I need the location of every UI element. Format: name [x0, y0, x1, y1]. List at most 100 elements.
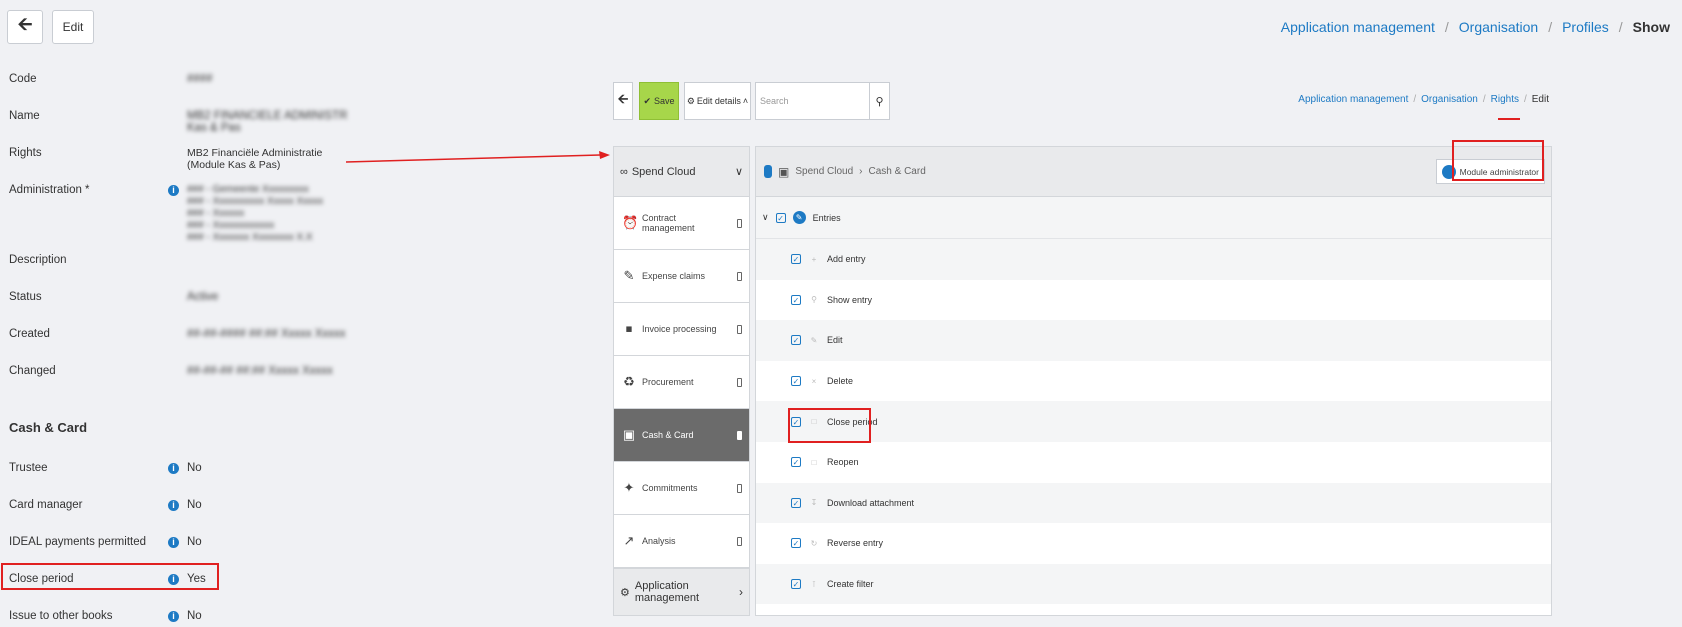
permission-close-period[interactable]: ✓ □ Close period: [756, 401, 1551, 442]
sidebar-item-label: Commitments: [642, 483, 698, 493]
permission-label: Download attachment: [827, 497, 915, 508]
permission-list: ✓ + Add entry ✓ ⚲ Show entry ✓ ✎ Edit ✓ × Delete…: [756, 239, 1551, 605]
panel-breadcrumb-organisation[interactable]: Organisation: [1421, 94, 1478, 105]
plus-icon: +: [811, 254, 817, 264]
unlock-icon: □: [811, 457, 817, 467]
permission-label: Edit: [827, 335, 843, 346]
gear-icon: ⚙: [686, 95, 695, 106]
panel-back-button[interactable]: 🡨: [613, 82, 633, 120]
rights-main: ▣ Spend Cloud › Cash & Card Module admin…: [755, 146, 1552, 616]
sidebar-item-expense-claims[interactable]: ✎ Expense claims: [614, 250, 749, 303]
chevron-up-icon: ˄: [742, 96, 749, 106]
breadcrumb-separator: /: [1413, 94, 1417, 105]
permission-checkbox[interactable]: ✓: [791, 579, 801, 590]
chevron-right-icon: ›: [859, 166, 863, 177]
panel-breadcrumb: Application management / Organisation / …: [1298, 94, 1549, 105]
permission-create-filter[interactable]: ✓ ⊺ Create filter: [756, 563, 1551, 605]
pin-icon: ✦: [623, 480, 635, 495]
mobile-icon: [737, 483, 742, 493]
search-placeholder: Search: [760, 96, 789, 106]
breadcrumb-separator: /: [1482, 94, 1486, 105]
cash-card-icon: ▣: [778, 164, 790, 179]
rights-header: ▣ Spend Cloud › Cash & Card Module admin…: [756, 147, 1551, 197]
permission-checkbox[interactable]: ✓: [791, 538, 801, 549]
pencil-icon: ✎: [810, 335, 818, 345]
entries-checkbox[interactable]: ✓: [775, 212, 786, 223]
permission-reopen[interactable]: ✓ □ Reopen: [756, 442, 1551, 483]
breadcrumb-separator: /: [1523, 94, 1527, 105]
save-button[interactable]: ✔ Save: [639, 82, 679, 120]
permission-label: Reopen: [827, 457, 859, 468]
cash-card-icon: ▣: [622, 427, 636, 442]
sidebar-item-label: Analysis: [642, 536, 676, 546]
sidebar-item-label: Expense claims: [642, 271, 706, 281]
permission-checkbox[interactable]: ✓: [791, 294, 801, 305]
rights-underline: [1498, 118, 1520, 120]
save-label: Save: [654, 96, 675, 106]
edit-details-button[interactable]: ⚙ Edit details ˄: [684, 82, 751, 120]
permission-reverse-entry[interactable]: ✓ ↻ Reverse entry: [756, 523, 1551, 564]
refresh-icon: ↻: [810, 538, 818, 548]
chevron-down-icon: ∨: [734, 166, 743, 178]
filter-icon: ⊺: [811, 579, 817, 589]
pencil-icon: ✎: [792, 211, 806, 224]
chart-icon: ↗: [623, 533, 635, 548]
sidebar-footer-label: Application management: [634, 580, 700, 604]
mobile-icon: [737, 218, 742, 228]
chevron-down-icon: ∨: [762, 212, 769, 222]
search-icon: ⚲: [811, 295, 817, 305]
permission-checkbox[interactable]: ✓: [791, 254, 801, 265]
main-crumb-1: Spend Cloud: [795, 166, 854, 177]
panel-breadcrumb-application-management[interactable]: Application management: [1298, 94, 1408, 105]
close-icon: ×: [811, 376, 817, 386]
permission-label: Reverse entry: [827, 538, 884, 549]
permission-add-entry[interactable]: ✓ + Add entry: [756, 239, 1551, 280]
sidebar-item-invoice-processing[interactable]: ⏹ Invoice processing: [614, 303, 749, 356]
sidebar-item-procurement[interactable]: ♻ Procurement: [614, 356, 749, 409]
module-sidebar: ∞ Spend Cloud ∨ ⏰ Contract management ✎ Ex…: [613, 146, 750, 616]
permission-checkbox[interactable]: ✓: [791, 335, 801, 346]
embedded-screenshot: 🡨 ✔ Save ⚙ Edit details ˄ Search ⚲ Applicati…: [612, 78, 1555, 618]
sidebar-item-label: Invoice processing: [642, 324, 717, 334]
sidebar-item-label: Cash & Card: [642, 430, 694, 440]
search-input[interactable]: Search ⚲: [755, 82, 890, 120]
sidebar-item-contract-management[interactable]: ⏰ Contract management: [614, 197, 749, 250]
sidebar-item-analysis[interactable]: ↗ Analysis: [614, 515, 749, 568]
search-icon[interactable]: ⚲: [869, 83, 889, 119]
sidebar-item-commitments[interactable]: ✦ Commitments: [614, 462, 749, 515]
panel-breadcrumb-rights[interactable]: Rights: [1491, 94, 1519, 105]
highlight-box: [788, 408, 871, 443]
permission-label: Show entry: [827, 294, 873, 305]
permission-show-entry[interactable]: ✓ ⚲ Show entry: [756, 280, 1551, 321]
arrow-left-icon: 🡨: [617, 91, 629, 106]
sidebar-item-label: Contract management: [642, 213, 695, 233]
alarm-clock-icon: ⏰: [622, 215, 639, 230]
highlight-box: [1452, 140, 1544, 181]
mobile-icon: [737, 377, 742, 387]
mobile-icon: [737, 430, 742, 440]
permission-download-attachment[interactable]: ✓ ↧ Download attachment: [756, 482, 1551, 524]
mobile-icon: [737, 536, 742, 546]
sidebar-header-label: Spend Cloud: [631, 165, 696, 178]
check-icon: ✔: [643, 95, 652, 106]
sidebar-item-cash-card[interactable]: ▣ Cash & Card: [614, 409, 749, 462]
chevron-right-icon: ›: [739, 585, 743, 599]
permission-delete[interactable]: ✓ × Delete: [756, 361, 1551, 402]
sidebar-item-label: Procurement: [642, 377, 694, 387]
entries-group[interactable]: ∨ ✓ ✎ Entries: [756, 197, 1551, 239]
cart-icon: ♻: [623, 374, 635, 389]
permission-edit[interactable]: ✓ ✎ Edit: [756, 320, 1551, 361]
gears-icon: ⚙: [620, 586, 630, 599]
infinity-icon: ∞: [620, 165, 628, 178]
sidebar-header[interactable]: ∞ Spend Cloud ∨: [614, 147, 749, 197]
stamp-icon: ⏹: [625, 321, 633, 336]
sidebar-footer[interactable]: ⚙ Application management ›: [614, 568, 749, 615]
main-crumb-2: Cash & Card: [868, 166, 926, 177]
permission-label: Add entry: [827, 254, 866, 265]
permission-checkbox[interactable]: ✓: [791, 376, 801, 387]
toggle-icon[interactable]: [764, 165, 772, 178]
permission-checkbox[interactable]: ✓: [791, 497, 801, 508]
download-icon: ↧: [810, 498, 818, 508]
permission-checkbox[interactable]: ✓: [791, 457, 801, 468]
edit-details-label: Edit details: [696, 96, 741, 106]
